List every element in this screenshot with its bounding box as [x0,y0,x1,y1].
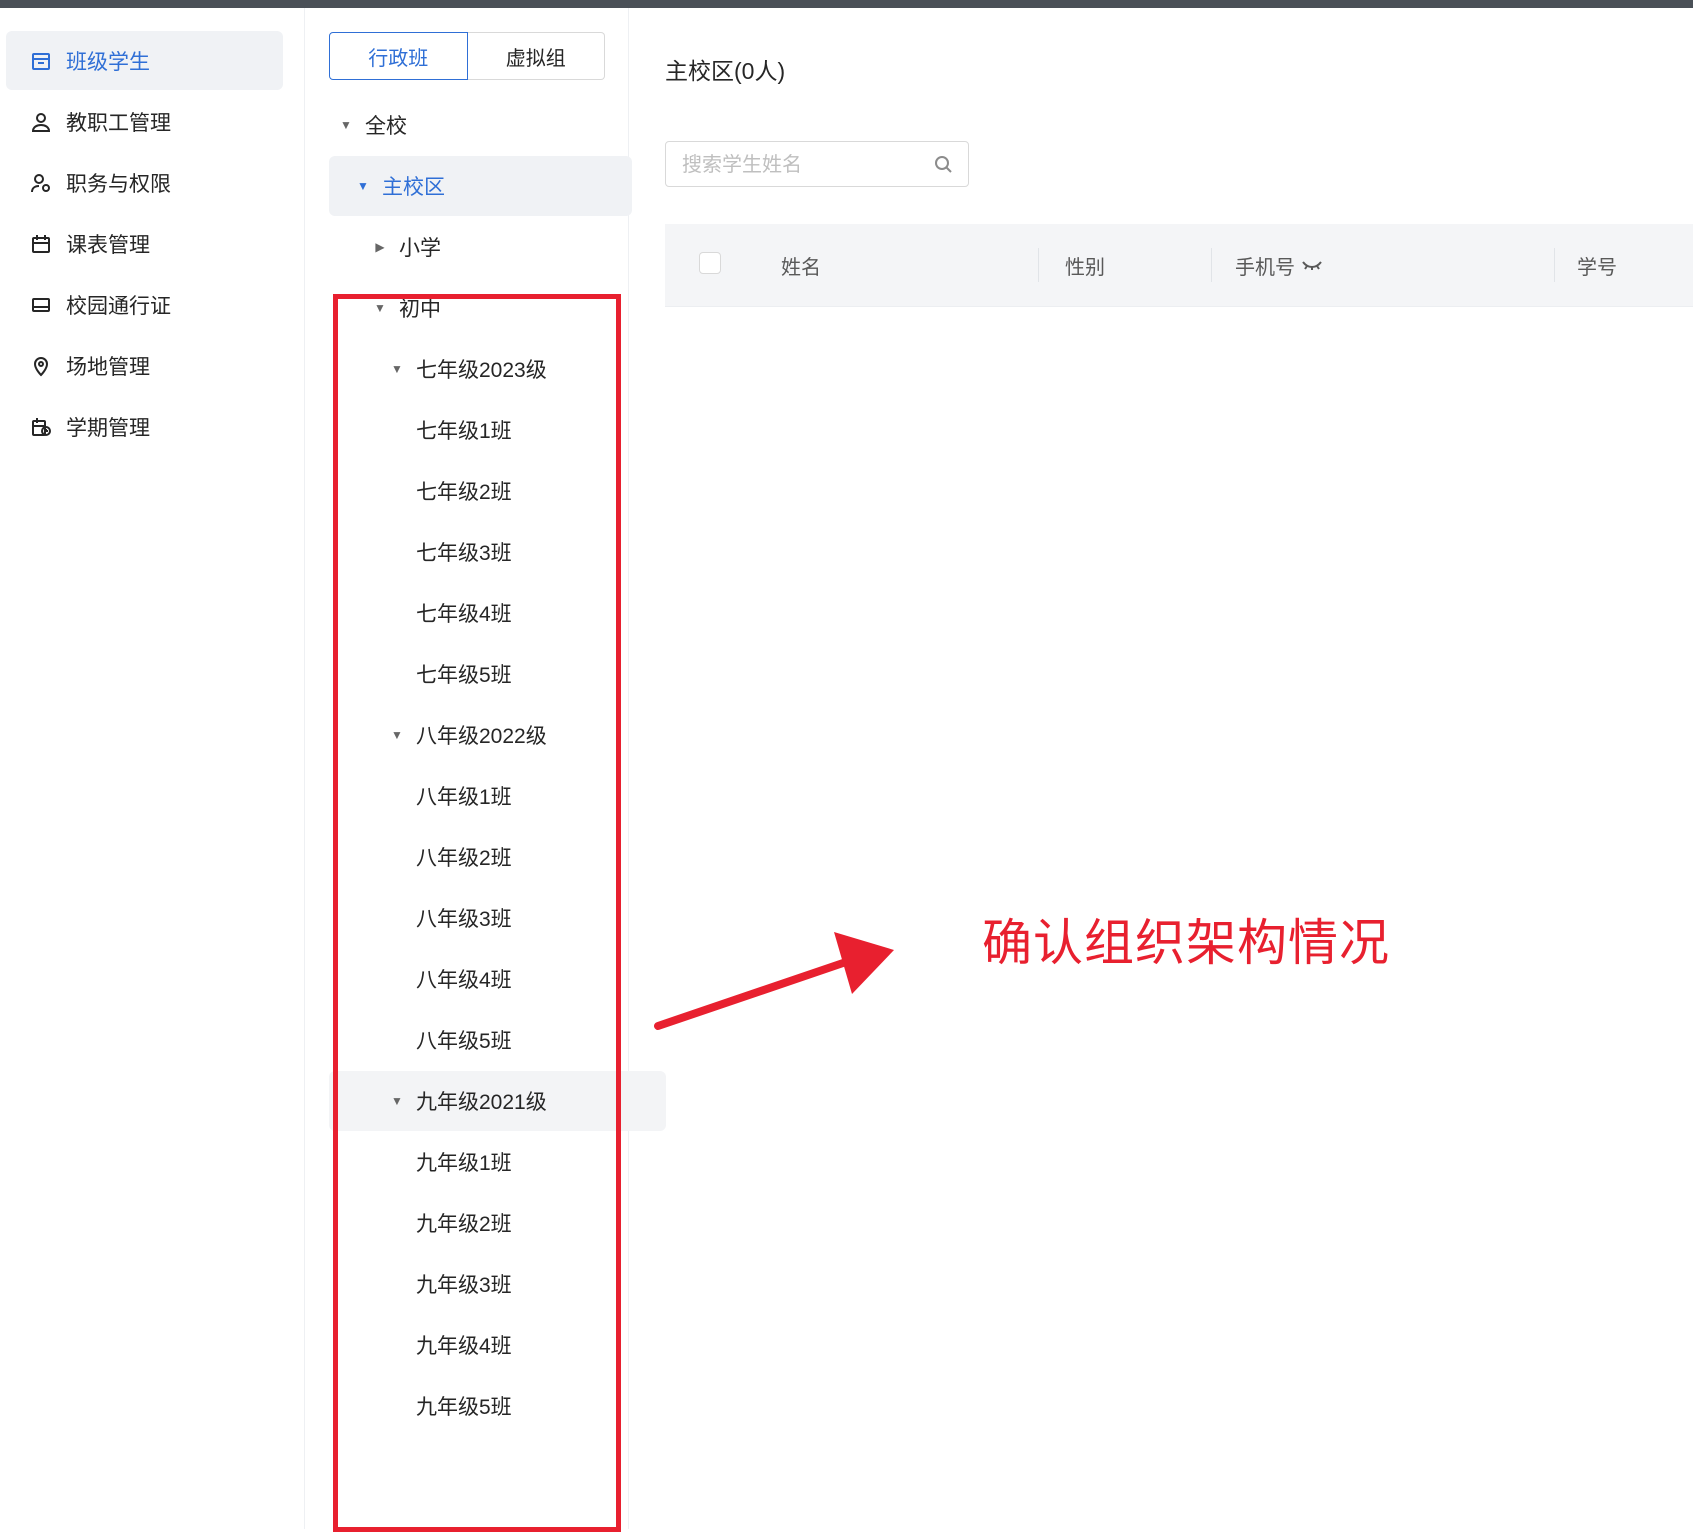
calendar-icon [30,233,52,255]
nav-item-venues[interactable]: 场地管理 [6,336,283,395]
search-input[interactable] [680,142,934,188]
tree-node[interactable]: ▼ 七年级2023级 [329,339,666,399]
nav-item-roles[interactable]: 职务与权限 [6,153,283,212]
column-divider [1038,248,1039,282]
caret-down-icon: ▼ [357,179,369,193]
search-icon[interactable] [932,153,954,175]
select-all-checkbox[interactable] [699,252,721,274]
annotation-text: 确认组织架构情况 [982,915,1390,971]
person-key-icon [30,172,52,194]
nav-label: 班级学生 [66,50,150,74]
tree-node[interactable]: ▶ 小学 [329,217,649,277]
tree-node[interactable]: ▼ 全校 [329,95,615,155]
eye-closed-icon[interactable] [1301,258,1323,272]
location-pin-icon [30,355,52,377]
nav-label: 场地管理 [66,355,150,379]
column-header-name[interactable]: 姓名 [781,224,821,306]
caret-down-icon: ▼ [391,728,403,742]
calendar-clock-icon [30,416,52,438]
nav-label: 职务与权限 [66,172,171,196]
nav-label: 学期管理 [66,416,150,440]
nav-item-timetable[interactable]: 课表管理 [6,214,283,273]
org-tree-panel: 行政班 虚拟组 ▼ 全校 ▼ 主校区 ▶ 小学 ▼ 初中 ▼ 七年级2023级 七年级1班… [305,8,666,1529]
person-icon [30,111,52,133]
column-header-phone[interactable]: 手机号 [1235,224,1323,306]
left-nav: 班级学生 教职工管理 职务与权限 课表管理 校园通行证 场地管理 学期管理 [0,8,305,1529]
class-students-icon [30,50,52,72]
nav-item-class-students[interactable]: 班级学生 [6,31,283,90]
column-header-student-id[interactable]: 学号 [1577,224,1617,306]
class-type-switch: 行政班 虚拟组 [329,32,605,80]
search-box [665,141,969,188]
tree-node[interactable]: ▼ 八年级2022级 [329,705,666,765]
caret-down-icon: ▼ [374,301,386,315]
nav-item-terms[interactable]: 学期管理 [6,397,283,456]
caret-down-icon: ▼ [391,362,403,376]
nav-item-staff[interactable]: 教职工管理 [6,92,283,151]
column-header-gender[interactable]: 性别 [1065,224,1105,306]
top-bar [0,0,1693,8]
column-divider [1211,248,1212,282]
card-icon [30,294,52,316]
tab-admin-class[interactable]: 行政班 [329,32,468,80]
caret-down-icon: ▼ [340,118,352,132]
main-content: 主校区(0人) 姓名 性别 手机号 学号 [629,8,1693,1529]
annotation-arrow-icon [654,932,894,1030]
tree-node-selected[interactable]: ▼ 主校区 [329,156,632,216]
tree-node[interactable]: ▼ 初中 [329,278,649,338]
nav-label: 校园通行证 [66,294,171,318]
caret-right-icon: ▶ [375,240,385,254]
nav-label: 课表管理 [66,233,150,257]
column-divider [1554,248,1555,282]
table-header: 姓名 性别 手机号 学号 [665,224,1693,307]
nav-item-campus-pass[interactable]: 校园通行证 [6,275,283,334]
tree-node[interactable]: ▼ 九年级2021级 [329,1071,666,1131]
tab-virtual-group[interactable]: 虚拟组 [467,32,605,80]
nav-label: 教职工管理 [66,111,171,135]
page-title: 主校区(0人) [665,58,786,84]
caret-down-icon: ▼ [391,1094,403,1108]
